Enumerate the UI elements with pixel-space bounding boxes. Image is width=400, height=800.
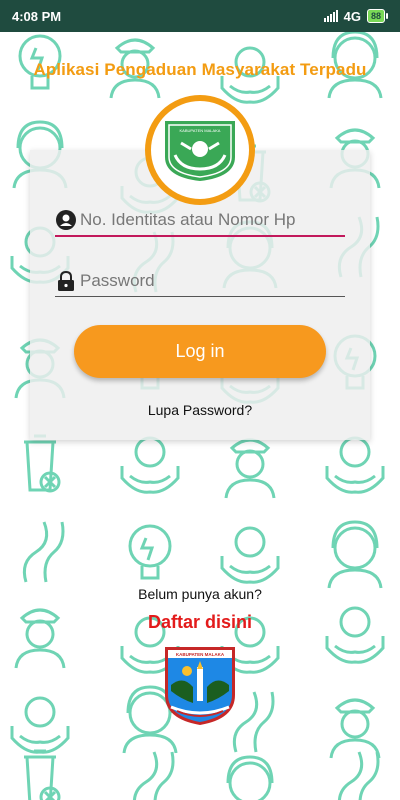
status-bar: 4:08 PM 4G 88 xyxy=(0,0,400,32)
district-logo: KABUPATEN MALAKA xyxy=(165,647,235,725)
forgot-password-link[interactable]: Lupa Password? xyxy=(0,402,400,418)
user-icon xyxy=(55,209,77,231)
password-input[interactable] xyxy=(80,271,330,291)
app-title: Aplikasi Pengaduan Masyarakat Terpadu xyxy=(33,60,367,79)
status-icons: 4G 88 xyxy=(323,8,388,24)
svg-text:KABUPATEN MALAKA: KABUPATEN MALAKA xyxy=(176,652,225,657)
app-logo-emblem: KABUPATEN MALAKA xyxy=(165,121,235,181)
signal-icon xyxy=(323,10,338,22)
status-time: 4:08 PM xyxy=(12,8,62,24)
register-link[interactable]: Daftar disini xyxy=(0,612,400,633)
password-field[interactable] xyxy=(55,266,345,297)
network-type: 4G xyxy=(343,8,361,24)
no-account-label: Belum punya akun? xyxy=(138,586,262,602)
lock-icon xyxy=(55,270,77,292)
app-logo: KABUPATEN MALAKA xyxy=(145,95,255,205)
login-button[interactable]: Log in xyxy=(74,325,326,378)
battery-level: 88 xyxy=(366,9,385,23)
identity-input[interactable] xyxy=(80,210,330,230)
svg-text:KABUPATEN MALAKA: KABUPATEN MALAKA xyxy=(180,128,221,133)
battery-icon: 88 xyxy=(366,9,388,23)
identity-field[interactable] xyxy=(55,205,345,237)
